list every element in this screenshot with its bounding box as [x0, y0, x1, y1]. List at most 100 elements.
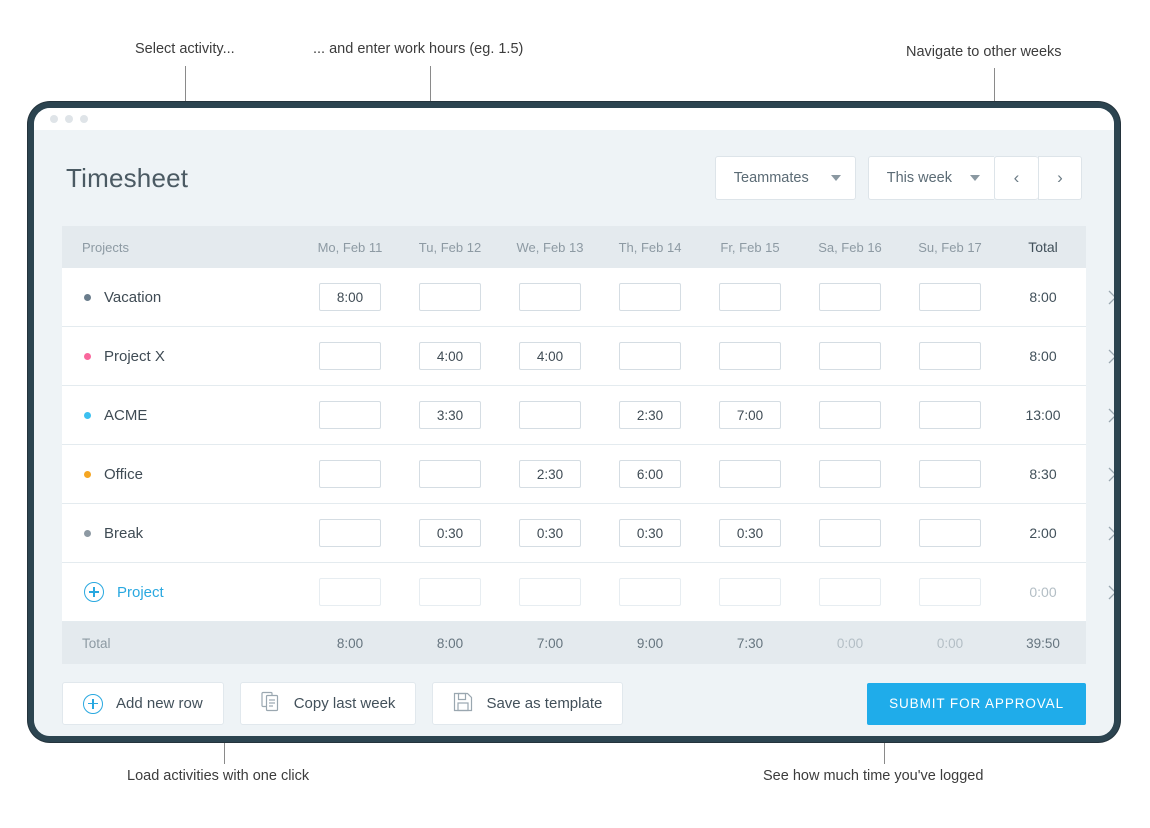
- hours-cell: [700, 401, 800, 429]
- hours-input[interactable]: [519, 342, 581, 370]
- hours-input[interactable]: [419, 460, 481, 488]
- hours-input[interactable]: [319, 578, 381, 606]
- remove-row-button[interactable]: [1086, 584, 1114, 601]
- row-total: 0:00: [1000, 584, 1086, 600]
- hours-input[interactable]: [719, 401, 781, 429]
- hours-cell: [700, 578, 800, 606]
- browser-chrome: [34, 108, 1114, 130]
- hours-input[interactable]: [819, 283, 881, 311]
- hours-input[interactable]: [619, 519, 681, 547]
- table-row: Office8:30: [62, 445, 1086, 504]
- hours-input[interactable]: [819, 460, 881, 488]
- hours-input[interactable]: [819, 578, 881, 606]
- hours-input[interactable]: [319, 401, 381, 429]
- submit-for-approval-button[interactable]: SUBMIT FOR APPROVAL: [867, 683, 1086, 725]
- remove-row-button[interactable]: [1086, 289, 1114, 306]
- hours-input[interactable]: [619, 460, 681, 488]
- hours-cell: [900, 460, 1000, 488]
- project-cell[interactable]: Office: [62, 466, 300, 483]
- hours-cell: [400, 578, 500, 606]
- add-project-row: Project 0:00: [62, 563, 1086, 622]
- hours-input[interactable]: [719, 460, 781, 488]
- window-close-dot[interactable]: [50, 115, 58, 123]
- hours-input[interactable]: [519, 578, 581, 606]
- prev-week-button[interactable]: ‹: [994, 156, 1038, 200]
- hours-input[interactable]: [919, 283, 981, 311]
- hours-input[interactable]: [319, 460, 381, 488]
- hours-input[interactable]: [319, 283, 381, 311]
- hours-cell: [300, 578, 400, 606]
- hours-input[interactable]: [719, 283, 781, 311]
- hours-cell: [500, 401, 600, 429]
- hours-input[interactable]: [819, 519, 881, 547]
- teammates-dropdown[interactable]: Teammates: [715, 156, 856, 200]
- hours-input[interactable]: [319, 519, 381, 547]
- hours-input[interactable]: [619, 283, 681, 311]
- hours-input[interactable]: [819, 401, 881, 429]
- copy-last-week-button[interactable]: Copy last week: [240, 682, 417, 725]
- remove-row-button[interactable]: [1086, 348, 1114, 365]
- project-cell[interactable]: Break: [62, 525, 300, 542]
- project-color-dot: [84, 353, 91, 360]
- column-header-day: Th, Feb 14: [600, 240, 700, 255]
- hours-input[interactable]: [819, 342, 881, 370]
- hours-input[interactable]: [519, 519, 581, 547]
- project-cell[interactable]: Vacation: [62, 289, 300, 306]
- hours-input[interactable]: [519, 283, 581, 311]
- remove-row-button[interactable]: [1086, 466, 1114, 483]
- project-cell[interactable]: Project X: [62, 348, 300, 365]
- row-total: 8:00: [1000, 348, 1086, 364]
- add-project-link[interactable]: Project: [84, 582, 164, 602]
- hours-cell: [900, 519, 1000, 547]
- hours-cell: [400, 283, 500, 311]
- hours-input[interactable]: [919, 401, 981, 429]
- hours-input[interactable]: [919, 460, 981, 488]
- hours-cell: [800, 401, 900, 429]
- hours-input[interactable]: [519, 401, 581, 429]
- hours-input[interactable]: [619, 401, 681, 429]
- add-new-row-button[interactable]: Add new row: [62, 682, 224, 725]
- hours-cell: [800, 283, 900, 311]
- hours-input[interactable]: [919, 342, 981, 370]
- hours-cell: [400, 342, 500, 370]
- footer-day-total: 8:00: [300, 636, 400, 651]
- hours-cell: [500, 519, 600, 547]
- remove-row-button[interactable]: [1086, 407, 1114, 424]
- remove-row-button[interactable]: [1086, 525, 1114, 542]
- hours-input[interactable]: [319, 342, 381, 370]
- hours-input[interactable]: [919, 519, 981, 547]
- hours-input[interactable]: [419, 283, 481, 311]
- hours-input[interactable]: [419, 342, 481, 370]
- footer-day-total: 0:00: [900, 636, 1000, 651]
- week-dropdown[interactable]: This week: [868, 156, 994, 200]
- project-name: Office: [104, 466, 143, 483]
- table-row: Break2:00: [62, 504, 1086, 563]
- column-header-day: Sa, Feb 16: [800, 240, 900, 255]
- hours-cell: [700, 519, 800, 547]
- hours-input[interactable]: [919, 578, 981, 606]
- add-project-cell[interactable]: Project: [62, 582, 300, 602]
- callout-enter-hours: ... and enter work hours (eg. 1.5): [313, 41, 523, 57]
- window-minimize-dot[interactable]: [65, 115, 73, 123]
- hours-cell: [800, 342, 900, 370]
- footer-day-total: 8:00: [400, 636, 500, 651]
- table-body: Vacation8:00Project X8:00ACME13:00Office…: [62, 268, 1086, 622]
- next-week-button[interactable]: ›: [1038, 156, 1082, 200]
- hours-input[interactable]: [519, 460, 581, 488]
- hours-input[interactable]: [719, 578, 781, 606]
- hours-input[interactable]: [619, 342, 681, 370]
- hours-input[interactable]: [719, 519, 781, 547]
- hours-cell: [500, 342, 600, 370]
- column-header-total: Total: [1000, 239, 1086, 255]
- hours-input[interactable]: [419, 519, 481, 547]
- hours-input[interactable]: [419, 401, 481, 429]
- column-header-day: We, Feb 13: [500, 240, 600, 255]
- project-cell[interactable]: ACME: [62, 407, 300, 424]
- hours-input[interactable]: [619, 578, 681, 606]
- save-as-template-button[interactable]: Save as template: [432, 682, 623, 725]
- hours-cell: [600, 401, 700, 429]
- hours-input[interactable]: [419, 578, 481, 606]
- hours-cell: [900, 401, 1000, 429]
- window-maximize-dot[interactable]: [80, 115, 88, 123]
- hours-input[interactable]: [719, 342, 781, 370]
